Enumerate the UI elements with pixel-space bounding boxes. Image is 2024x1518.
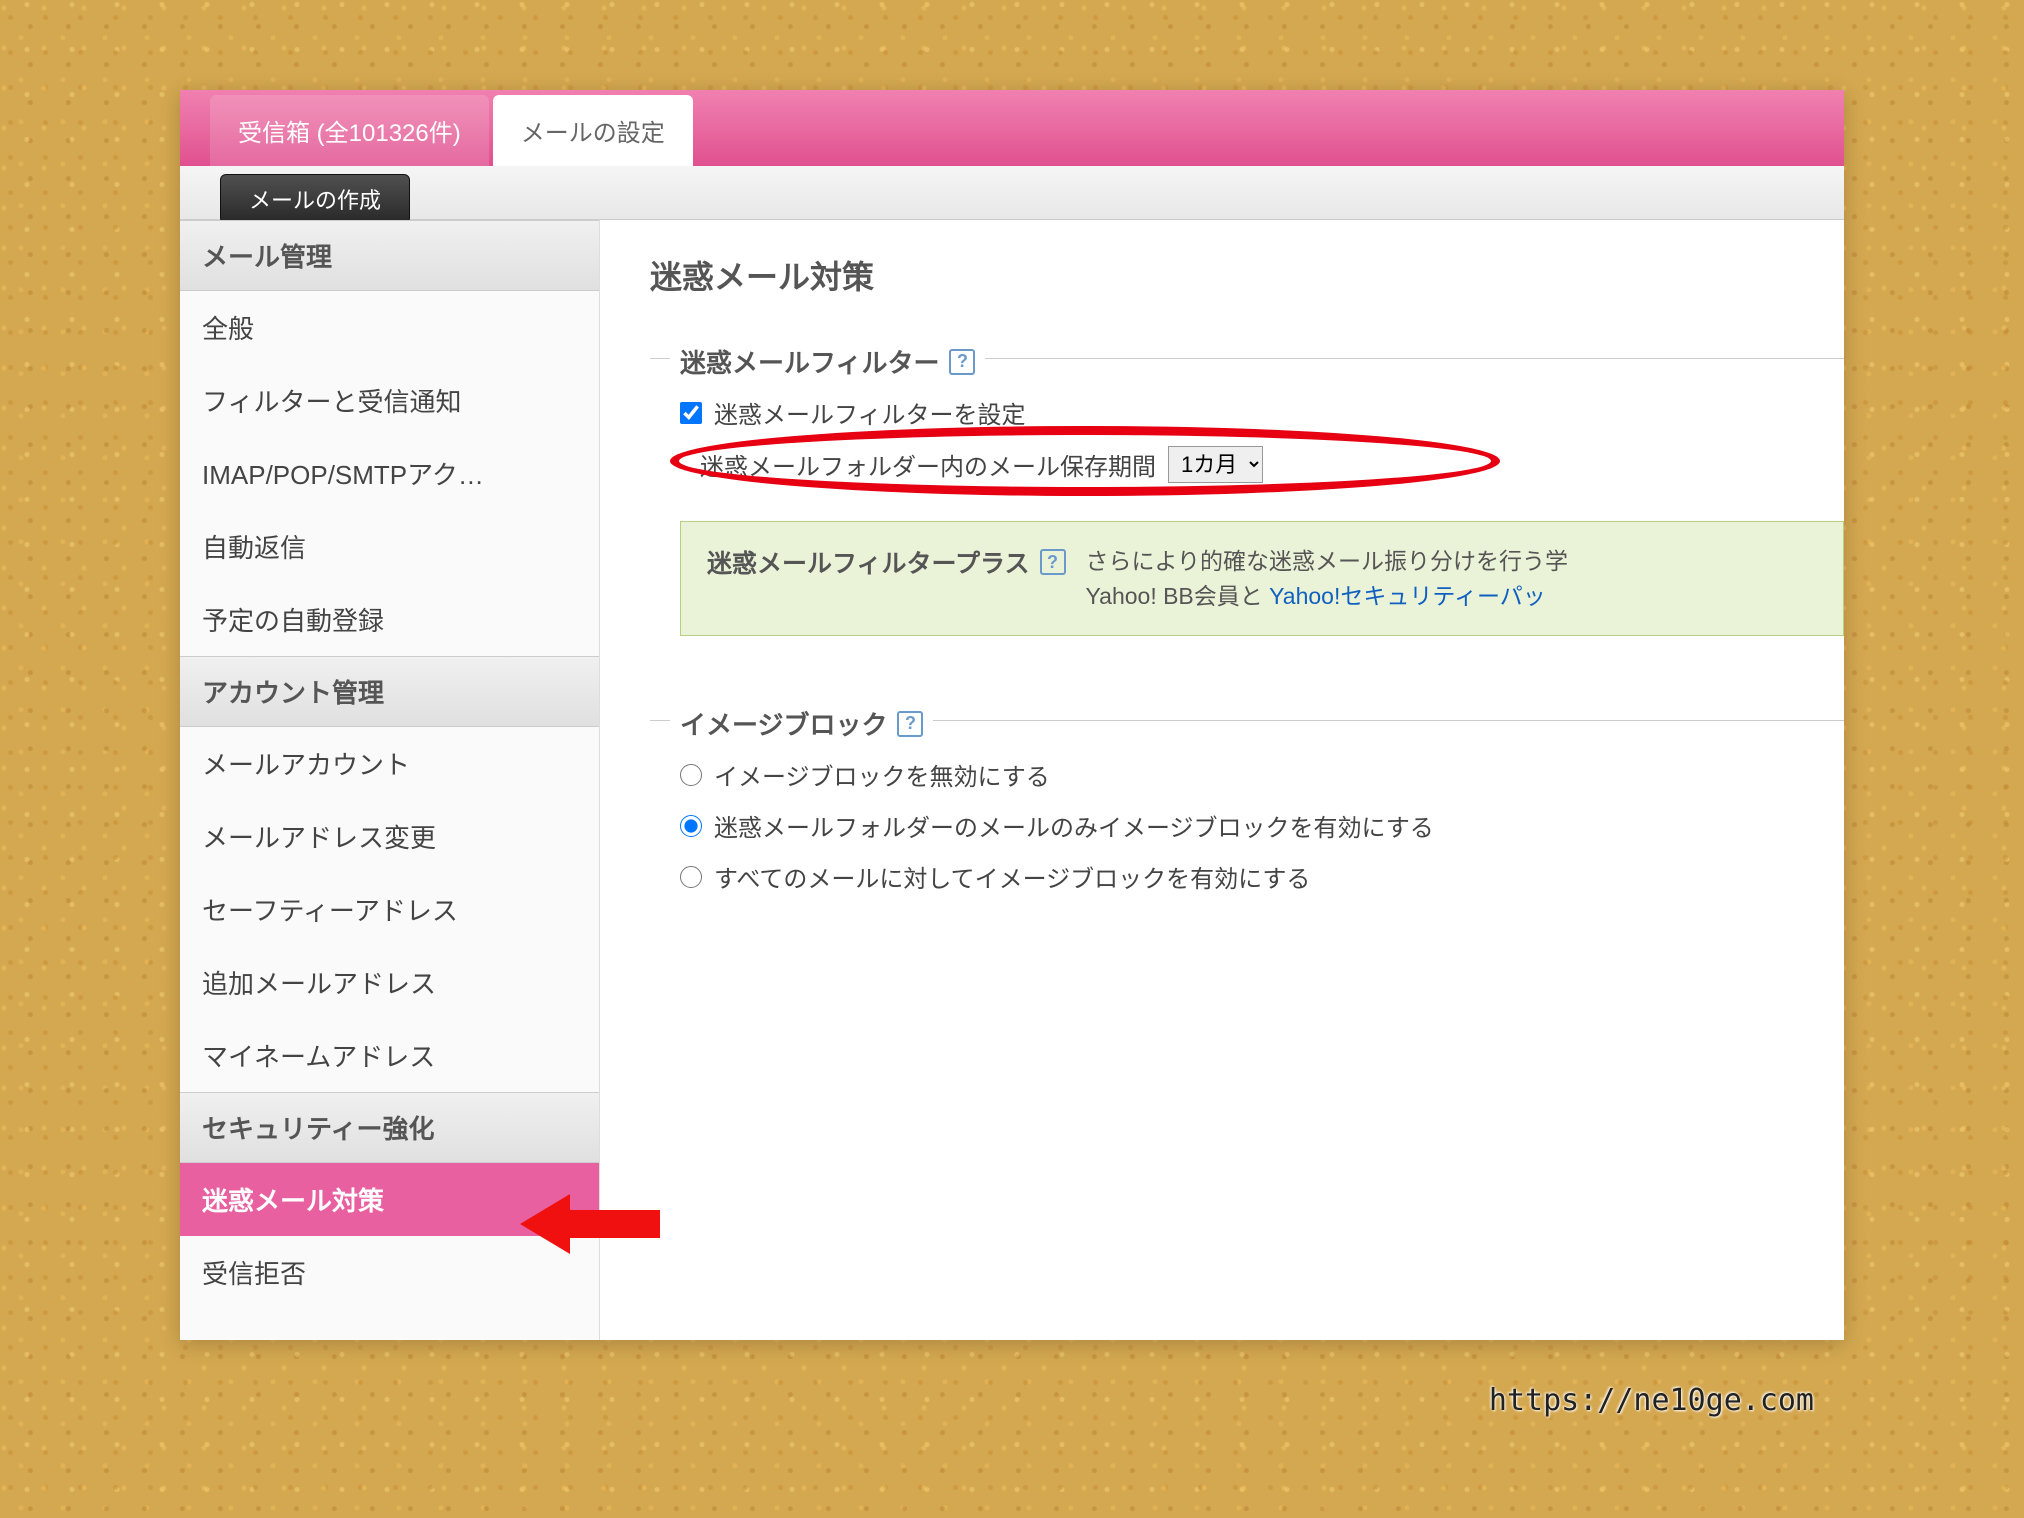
sidebar-header-account: アカウント管理 [180,656,599,727]
filter-plus-promo: 迷惑メールフィルタープラス ? さらにより的確な迷惑メール振り分けを行う学 Ya… [680,521,1844,636]
tab-bar: 受信箱 (全101326件) メールの設定 [180,90,1844,166]
mail-settings-window: 受信箱 (全101326件) メールの設定 メールの作成 メール管理 全般 フィ… [180,90,1844,1340]
tab-settings-label: メールの設定 [521,120,665,147]
promo-line1: さらにより的確な迷惑メール振り分けを行う学 [1086,548,1569,574]
promo-link[interactable]: Yahoo!セキュリティーパッ [1269,583,1546,609]
spam-filter-legend-text: 迷惑メールフィルター [680,343,939,380]
retention-row: 迷惑メールフォルダー内のメール保存期間 1カ月 [670,438,1844,491]
tab-settings[interactable]: メールの設定 [493,95,693,166]
compose-button-label: メールの作成 [249,188,381,213]
spam-filter-checkbox[interactable] [680,402,702,424]
sidebar-item-filter[interactable]: フィルターと受信通知 [180,364,599,437]
watermark-url: https://ne10ge.com [1489,1383,1814,1418]
sidebar-item-general[interactable]: 全般 [180,291,599,364]
body-area: メール管理 全般 フィルターと受信通知 IMAP/POP/SMTPアク… 自動返… [180,220,1844,1340]
help-icon[interactable]: ? [949,349,975,375]
sidebar-item-extra-address[interactable]: 追加メールアドレス [180,946,599,1019]
spam-filter-legend: 迷惑メールフィルター ? [670,343,985,380]
sidebar-header-security: セキュリティー強化 [180,1092,599,1163]
image-block-label-1: 迷惑メールフォルダーのメールのみイメージブロックを有効にする [714,808,1434,843]
help-icon[interactable]: ? [897,711,923,737]
promo-line2a: Yahoo! BB会員と [1086,583,1270,609]
sidebar-item-myname-address[interactable]: マイネームアドレス [180,1019,599,1092]
image-block-label-0: イメージブロックを無効にする [714,757,1050,792]
compose-button[interactable]: メールの作成 [220,174,410,224]
spam-filter-checkbox-label: 迷惑メールフィルターを設定 [714,395,1026,430]
page-title: 迷惑メール対策 [650,252,1844,298]
image-block-option-0[interactable]: イメージブロックを無効にする [650,749,1844,800]
tab-inbox-label: 受信箱 [238,120,310,147]
help-icon[interactable]: ? [1040,549,1066,575]
image-block-legend: イメージブロック ? [670,705,933,742]
annotation-red-arrow [520,1190,660,1258]
toolbar: メールの作成 [180,166,1844,220]
sidebar-item-imap[interactable]: IMAP/POP/SMTPアク… [180,437,599,510]
sidebar-item-address-change[interactable]: メールアドレス変更 [180,800,599,873]
sidebar-header-mail-mgmt: メール管理 [180,220,599,291]
sidebar-item-autoreply[interactable]: 自動返信 [180,510,599,583]
image-block-section: イメージブロック ? イメージブロックを無効にする 迷惑メールフォルダーのメール… [650,720,1844,926]
retention-label: 迷惑メールフォルダー内のメール保存期間 [700,447,1156,482]
sidebar-item-safety-address[interactable]: セーフティーアドレス [180,873,599,946]
image-block-label-2: すべてのメールに対してイメージブロックを有効にする [714,859,1310,894]
image-block-radio-2[interactable] [680,866,702,888]
settings-sidebar: メール管理 全般 フィルターと受信通知 IMAP/POP/SMTPアク… 自動返… [180,220,600,1340]
promo-text: さらにより的確な迷惑メール振り分けを行う学 Yahoo! BB会員と Yahoo… [1086,544,1569,613]
tab-inbox-count: (全101326件) [317,120,461,147]
promo-title: 迷惑メールフィルタープラス ? [707,544,1066,580]
image-block-option-2[interactable]: すべてのメールに対してイメージブロックを有効にする [650,851,1844,902]
main-panel: 迷惑メール対策 迷惑メールフィルター ? 迷惑メールフィルターを設定 迷惑メール… [600,220,1844,1340]
sidebar-item-mail-account[interactable]: メールアカウント [180,727,599,800]
image-block-radio-1[interactable] [680,815,702,837]
sidebar-item-schedule[interactable]: 予定の自動登録 [180,583,599,656]
image-block-legend-text: イメージブロック [680,705,887,742]
image-block-option-1[interactable]: 迷惑メールフォルダーのメールのみイメージブロックを有効にする [650,800,1844,851]
spam-filter-checkbox-row[interactable]: 迷惑メールフィルターを設定 [650,387,1844,438]
spam-filter-section: 迷惑メールフィルター ? 迷惑メールフィルターを設定 迷惑メールフォルダー内のメ… [650,358,1844,700]
tab-inbox[interactable]: 受信箱 (全101326件) [210,95,489,166]
retention-select[interactable]: 1カ月 [1168,446,1263,483]
promo-title-text: 迷惑メールフィルタープラス [707,544,1030,580]
image-block-radio-0[interactable] [680,764,702,786]
